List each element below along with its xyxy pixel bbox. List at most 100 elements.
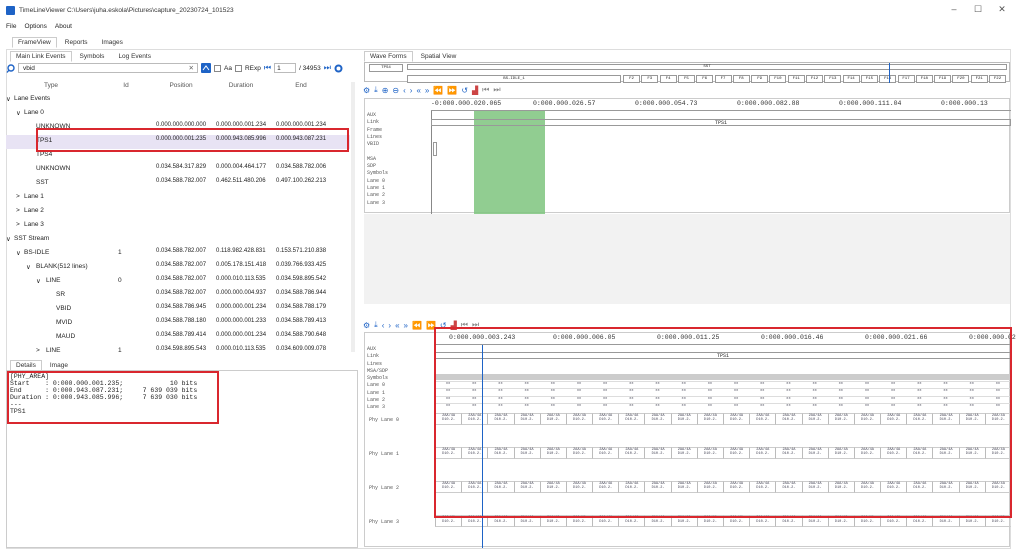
tree-row[interactable]: > Lane 1 — [6, 191, 350, 205]
overview-frame[interactable]: F21 — [970, 75, 988, 83]
rewind-icon[interactable]: « — [416, 86, 420, 95]
overview-frame[interactable]: F12 — [806, 75, 823, 83]
expand-icon[interactable]: > — [16, 221, 20, 228]
overview-frame[interactable]: F15 — [860, 75, 878, 83]
tree-row[interactable]: SST 0.034.588.782.007 0.462.511.480.206 0.4… — [6, 177, 350, 191]
settings-icon[interactable]: ⚙ — [363, 86, 370, 95]
tab-reports[interactable]: Reports — [59, 37, 94, 48]
tree-row[interactable]: ∨ BLANK(512 lines) 0.034.588.782.007 0.005.… — [6, 261, 350, 275]
regexp-checkbox[interactable] — [234, 64, 242, 72]
tab-symbols[interactable]: Symbols — [74, 51, 111, 62]
expand-icon[interactable]: ∨ — [6, 235, 11, 243]
overview-frame[interactable]: F16 — [879, 75, 897, 83]
next-icon[interactable]: › — [388, 321, 391, 330]
selection-region[interactable] — [474, 111, 545, 214]
forward-icon[interactable]: » — [404, 321, 408, 330]
forward-icon[interactable]: » — [425, 86, 429, 95]
overview-frame[interactable]: F13 — [824, 75, 842, 83]
overview-frame[interactable]: F19 — [934, 75, 952, 83]
search-input[interactable]: vbid ✕ — [18, 63, 198, 73]
upper-waveform[interactable]: -0:000.000.020.065 0:000.000.026.57 0:000.… — [364, 98, 1011, 214]
maximize-button[interactable]: ☐ — [968, 4, 988, 15]
overview-frame[interactable]: F17 — [897, 75, 915, 83]
overview-strip[interactable]: TPS4 SST BS-IDLE_1 F2 F3 F4 F5 F6 F7 F8 F9 F10 F1… — [364, 62, 1010, 83]
expand-icon[interactable]: ∨ — [26, 263, 31, 271]
first-result-icon[interactable]: ⏮ — [264, 63, 271, 73]
overview-frame[interactable]: F10 — [769, 75, 787, 83]
overview-frame[interactable]: F7 — [714, 75, 732, 83]
last-icon[interactable]: ⏭ — [493, 85, 500, 95]
close-button[interactable]: ✕ — [992, 4, 1012, 15]
overview-frame[interactable]: F18 — [915, 75, 933, 83]
upper-link-tps1[interactable]: TPS1 — [431, 119, 1011, 126]
expand-icon[interactable]: > — [36, 347, 40, 353]
col-position[interactable]: Position — [156, 82, 206, 89]
tree-row[interactable]: ∨ LINE 0 0.034.588.782.007 0.000.010.113.535… — [6, 275, 350, 289]
prev-icon[interactable]: ‹ — [403, 86, 406, 95]
rewind-icon[interactable]: « — [395, 321, 399, 330]
tree-row[interactable]: ∨ Lane 0 — [6, 107, 350, 121]
tree-row[interactable]: SR 0.034.588.782.007 0.000.000.004.937 0.03… — [6, 289, 350, 303]
first-icon[interactable]: ⏮ — [482, 85, 489, 95]
tree-row[interactable]: MAUD 0.034.588.789.414 0.000.000.001.234 0.… — [6, 331, 350, 345]
tab-spatial-view[interactable]: Spatial View — [415, 51, 463, 62]
expand-icon[interactable]: > — [16, 193, 20, 200]
reset-icon[interactable]: ↺ — [461, 86, 468, 95]
tree-row[interactable]: UNKNOWN 0.034.584.317.829 0.000.004.464.17… — [6, 163, 350, 177]
tab-log-events[interactable]: Log Events — [112, 51, 157, 62]
chart-icon[interactable]: ▟ — [472, 86, 478, 95]
tree-row[interactable]: VBID 0.034.588.786.945 0.000.000.001.234 0.… — [6, 303, 350, 317]
col-id[interactable]: Id — [116, 82, 136, 89]
col-type[interactable]: Type — [36, 82, 66, 89]
tab-images[interactable]: Images — [96, 37, 129, 48]
overview-frame[interactable]: F3 — [641, 75, 659, 83]
tree-row[interactable]: > Lane 2 — [6, 205, 350, 219]
menu-about[interactable]: About — [55, 23, 72, 30]
overview-cursor[interactable] — [889, 63, 890, 83]
tab-main-link-events[interactable]: Main Link Events — [10, 51, 72, 62]
overview-frame[interactable]: F14 — [842, 75, 860, 83]
tree-scrollbar[interactable] — [351, 82, 355, 352]
tree-row[interactable]: > LINE 1 0.034.598.895.543 0.000.010.113.535… — [6, 345, 350, 353]
minimize-button[interactable]: – — [944, 4, 964, 14]
tree-row[interactable]: ∨ BS-IDLE 1 0.034.588.782.007 0.118.982.428.… — [6, 247, 350, 261]
overview-frame[interactable]: F11 — [787, 75, 805, 83]
last-result-icon[interactable]: ⏭ — [324, 63, 331, 73]
overview-frame[interactable]: F5 — [677, 75, 695, 83]
tab-wave-forms[interactable]: Wave Forms — [364, 51, 413, 62]
overview-frame[interactable]: F6 — [696, 75, 714, 83]
overview-frame[interactable]: F4 — [659, 75, 677, 83]
fast-forward-icon[interactable]: ⏩ — [447, 86, 457, 95]
overview-frame[interactable]: F8 — [732, 75, 750, 83]
overview-frame[interactable]: F22 — [989, 75, 1006, 83]
prev-icon[interactable]: ‹ — [382, 321, 385, 330]
filter-icon[interactable] — [201, 63, 211, 73]
download-icon[interactable]: ⤓ — [374, 85, 378, 95]
tree-row[interactable]: > Lane 3 — [6, 219, 350, 233]
col-duration[interactable]: Duration — [216, 82, 266, 89]
fast-rewind-icon[interactable]: ⏪ — [433, 86, 443, 95]
tree-row[interactable]: ∨ SST Stream — [6, 233, 350, 247]
col-end[interactable]: End — [276, 82, 326, 89]
tree-row[interactable]: ∨ Lane Events — [6, 93, 350, 107]
match-case-checkbox[interactable] — [214, 64, 221, 72]
expand-icon[interactable]: ∨ — [16, 249, 21, 257]
overview-frame[interactable]: F20 — [952, 75, 970, 83]
tab-frameview[interactable]: FrameView — [12, 37, 57, 48]
settings-icon[interactable]: ⚙ — [363, 321, 370, 330]
fast-rewind-icon[interactable]: ⏪ — [412, 321, 422, 330]
result-index-input[interactable]: 1 — [274, 63, 297, 73]
expand-icon[interactable]: > — [16, 207, 20, 214]
expand-icon[interactable]: ∨ — [6, 95, 11, 103]
expand-icon[interactable]: ∨ — [16, 109, 21, 117]
tree-row[interactable]: MVID 0.034.588.788.180 0.000.000.001.233 0.… — [6, 317, 350, 331]
expand-icon[interactable]: ∨ — [36, 277, 41, 285]
zoom-out-icon[interactable]: ⊖ — [392, 86, 399, 95]
menu-file[interactable]: File — [6, 23, 16, 30]
overview-frame[interactable]: F9 — [751, 75, 769, 83]
next-icon[interactable]: › — [410, 86, 413, 95]
menu-options[interactable]: Options — [24, 23, 46, 30]
clear-icon[interactable]: ✕ — [189, 64, 194, 73]
settings-icon[interactable] — [334, 64, 343, 73]
overview-frame[interactable]: F2 — [623, 75, 640, 83]
